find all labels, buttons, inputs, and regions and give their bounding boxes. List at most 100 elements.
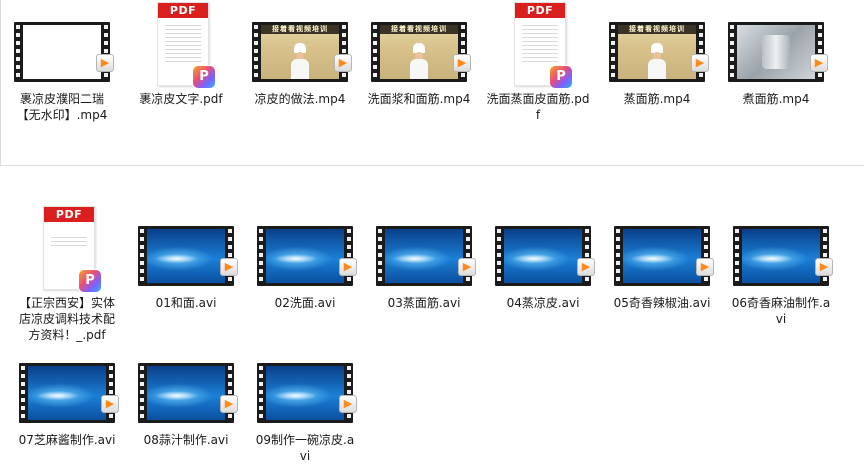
pdf-tag: PDF: [515, 3, 565, 18]
file-item[interactable]: ▶ 07芝麻酱制作.avi: [11, 341, 123, 448]
file-name-label: 洗面浆和面筋.mp4: [367, 92, 471, 106]
video-preview: [504, 229, 582, 283]
file-item[interactable]: PDF P 【正宗西安】实体店凉皮调料技术配方资料！_.pdf: [11, 204, 123, 343]
video-preview: [266, 229, 344, 283]
file-thumbnail[interactable]: ▶: [6, 0, 118, 88]
video-film-icon: [728, 22, 824, 82]
play-badge-icon: ▶: [339, 258, 357, 276]
video-film-icon: 接着看视频培训: [609, 22, 705, 82]
chef-coat: [648, 59, 666, 79]
file-thumbnail[interactable]: 接着看视频培训 ▶: [601, 0, 713, 88]
play-badge-icon: ▶: [577, 258, 595, 276]
pdf-reader-app-icon: P: [550, 66, 572, 88]
play-badge-icon: ▶: [339, 395, 357, 413]
chef-coat: [291, 59, 309, 79]
play-badge-icon: ▶: [101, 395, 119, 413]
file-item[interactable]: 接着看视频培训 ▶ 蒸面筋.mp4: [601, 0, 713, 107]
video-preview: [385, 229, 463, 283]
file-name-label: 02洗面.avi: [274, 296, 336, 310]
document-text-lines: [51, 237, 87, 247]
document-text-lines: [165, 25, 201, 65]
file-item[interactable]: 接着看视频培训 ▶ 洗面浆和面筋.mp4: [363, 0, 475, 107]
file-thumbnail[interactable]: ▶: [11, 341, 123, 429]
file-group-2: PDF P 【正宗西安】实体店凉皮调料技术配方资料！_.pdf ▶ 01和面.avi ▶ 0…: [0, 196, 864, 474]
video-banner: 接着看视频培训: [380, 25, 458, 34]
file-item[interactable]: ▶ 06奇香麻油制作.avi: [725, 204, 837, 327]
file-thumbnail[interactable]: ▶: [130, 341, 242, 429]
video-film-icon: [19, 363, 115, 423]
video-preview: [742, 229, 820, 283]
video-banner: 接着看视频培训: [261, 25, 339, 34]
chef-figure-icon: [410, 43, 428, 79]
file-thumbnail[interactable]: PDF P: [482, 0, 594, 88]
file-item[interactable]: ▶ 03蒸面筋.avi: [368, 204, 480, 311]
video-film-icon: [614, 226, 710, 286]
play-badge-icon: ▶: [96, 54, 114, 72]
file-item[interactable]: ▶ 01和面.avi: [130, 204, 242, 311]
file-item[interactable]: ▶ 08蒜汁制作.avi: [130, 341, 242, 448]
file-thumbnail[interactable]: 接着看视频培训 ▶: [244, 0, 356, 88]
file-name-label: 04蒸凉皮.avi: [506, 296, 580, 310]
video-preview: 接着看视频培训: [380, 25, 458, 79]
video-preview: [737, 25, 815, 79]
video-preview: 接着看视频培训: [618, 25, 696, 79]
play-badge-icon: ▶: [810, 54, 828, 72]
play-badge-icon: ▶: [458, 258, 476, 276]
play-badge-icon: ▶: [691, 54, 709, 72]
file-thumbnail[interactable]: ▶: [249, 341, 361, 429]
steel-pot-icon: [762, 35, 790, 69]
file-name-label: 【正宗西安】实体店凉皮调料技术配方资料！_.pdf: [18, 296, 115, 342]
file-thumbnail[interactable]: ▶: [249, 204, 361, 292]
file-name-label: 08蒜汁制作.avi: [143, 433, 229, 447]
file-item[interactable]: PDF P 洗面蒸面皮面筋.pdf: [482, 0, 594, 123]
video-film-icon: [495, 226, 591, 286]
pdf-reader-app-icon: P: [193, 66, 215, 88]
play-badge-icon: ▶: [220, 395, 238, 413]
file-thumbnail[interactable]: ▶: [130, 204, 242, 292]
pdf-reader-app-icon: P: [79, 270, 101, 292]
file-thumbnail[interactable]: ▶: [487, 204, 599, 292]
chef-figure-icon: [648, 43, 666, 79]
file-name-label: 凉皮的做法.mp4: [254, 92, 346, 106]
video-preview: [147, 229, 225, 283]
video-preview: [28, 366, 106, 420]
video-film-icon: [257, 363, 353, 423]
chef-coat: [410, 59, 428, 79]
file-thumbnail[interactable]: ▶: [720, 0, 832, 88]
file-item[interactable]: PDF P 裹凉皮文字.pdf: [125, 0, 237, 107]
video-film-icon: [257, 226, 353, 286]
file-thumbnail[interactable]: ▶: [606, 204, 718, 292]
file-item[interactable]: ▶ 04蒸凉皮.avi: [487, 204, 599, 311]
file-name-label: 裹凉皮文字.pdf: [139, 92, 223, 106]
video-preview: [623, 229, 701, 283]
file-thumbnail[interactable]: ▶: [725, 204, 837, 292]
chef-figure-icon: [291, 43, 309, 79]
video-film-icon: 接着看视频培训: [371, 22, 467, 82]
video-preview: [266, 366, 344, 420]
file-thumbnail[interactable]: PDF P: [11, 204, 123, 292]
file-name-label: 煮面筋.mp4: [742, 92, 810, 106]
play-badge-icon: ▶: [334, 54, 352, 72]
file-name-label: 09制作一碗凉皮.avi: [255, 433, 355, 463]
video-film-icon: 接着看视频培训: [252, 22, 348, 82]
file-name-label: 07芝麻酱制作.avi: [18, 433, 116, 447]
video-film-icon: [14, 22, 110, 82]
file-item[interactable]: ▶ 裹凉皮濮阳二瑞【无水印】.mp4: [6, 0, 118, 123]
file-item[interactable]: ▶ 煮面筋.mp4: [720, 0, 832, 107]
file-item[interactable]: 接着看视频培训 ▶ 凉皮的做法.mp4: [244, 0, 356, 107]
file-item[interactable]: ▶ 02洗面.avi: [249, 204, 361, 311]
file-name-label: 裹凉皮濮阳二瑞【无水印】.mp4: [16, 92, 108, 122]
file-item[interactable]: ▶ 09制作一碗凉皮.avi: [249, 341, 361, 464]
file-name-label: 05奇香辣椒油.avi: [613, 296, 711, 310]
file-thumbnail[interactable]: 接着看视频培训 ▶: [363, 0, 475, 88]
video-preview: 接着看视频培训: [261, 25, 339, 79]
file-thumbnail[interactable]: PDF P: [125, 0, 237, 88]
play-badge-icon: ▶: [696, 258, 714, 276]
file-thumbnail[interactable]: ▶: [368, 204, 480, 292]
video-film-icon: [138, 226, 234, 286]
video-film-icon: [138, 363, 234, 423]
pdf-tag: PDF: [158, 3, 208, 18]
file-name-label: 洗面蒸面皮面筋.pdf: [486, 92, 590, 122]
file-item[interactable]: ▶ 05奇香辣椒油.avi: [606, 204, 718, 311]
video-preview: [147, 366, 225, 420]
